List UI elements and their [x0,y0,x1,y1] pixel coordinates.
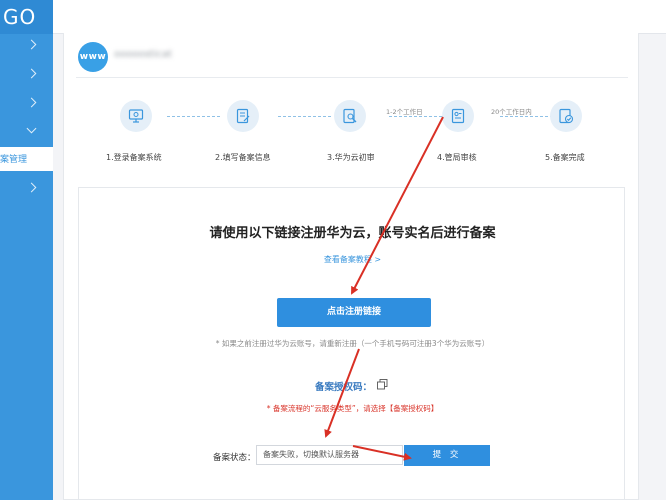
duration-tag: 20个工作日内 [489,106,534,116]
step-label: 2.填写备案信息 [215,153,271,162]
tutorial-link[interactable]: 查看备案教程 > [79,254,626,265]
app-logo: GO [0,0,53,34]
sidebar-item-label: 案管理 [0,155,28,165]
sidebar: GO 案管理 [0,0,53,500]
sidebar-item-3[interactable] [0,91,53,119]
auth-code-warning: * 备案流程的“云服务类型”，请选择【备案授权码】 [266,404,439,413]
record-panel: www ooooosticat 1-2个工作日 20个工作日内 1.登录备案系统… [63,33,639,500]
step-connector [389,116,442,117]
step-2 [227,100,259,132]
step-label: 1.登录备案系统 [106,153,162,162]
step-1 [120,100,152,132]
step-label: 5.备案完成 [545,153,585,162]
chevron-right-icon [26,182,37,193]
duration-tag: 1-2个工作日 [384,106,425,116]
monitor-gear-icon [128,109,144,123]
step-3 [334,100,366,132]
document-edit-icon [236,108,250,124]
step-4 [442,100,474,132]
register-link-button[interactable]: 点击注册链接 [277,298,431,327]
top-bar [53,0,666,34]
sidebar-item-record-management[interactable]: 案管理 [0,147,53,171]
step-label: 3.华为云初审 [327,153,375,162]
divider [76,77,628,78]
www-badge: www [78,42,108,72]
page-title: 请使用以下链接注册华为云，账号实名后进行备案 [209,226,496,241]
step-connector [167,116,220,117]
sidebar-item-1[interactable] [0,33,53,61]
status-label: 备案状态： [213,453,256,463]
submit-button[interactable]: 提 交 [404,445,490,466]
status-select[interactable]: 备案失败，切换默认服务器 [256,445,403,465]
chevron-down-icon [26,123,37,134]
step-connector [500,116,553,117]
domain-name: ooooosticat [114,49,173,60]
register-hint: * 如果之前注册过华为云账号，请重新注册（一个手机号码可注册3个华为云账号） [215,339,490,348]
copy-icon[interactable] [377,379,388,390]
step-connector [278,116,331,117]
sidebar-item-5[interactable] [0,176,53,204]
document-check-icon [559,108,574,124]
step-5 [550,100,582,132]
chevron-right-icon [26,97,37,108]
auth-code-label: 备案授权码： [315,382,373,393]
document-search-icon [343,108,357,124]
sidebar-item-4[interactable] [0,120,53,148]
sidebar-item-2[interactable] [0,62,53,90]
step-label: 4.管局审核 [437,153,477,162]
registration-card: 请使用以下链接注册华为云，账号实名后进行备案 查看备案教程 > 点击注册链接 *… [78,187,625,500]
id-card-icon [451,108,465,124]
chevron-right-icon [26,68,37,79]
chevron-right-icon [26,39,37,50]
